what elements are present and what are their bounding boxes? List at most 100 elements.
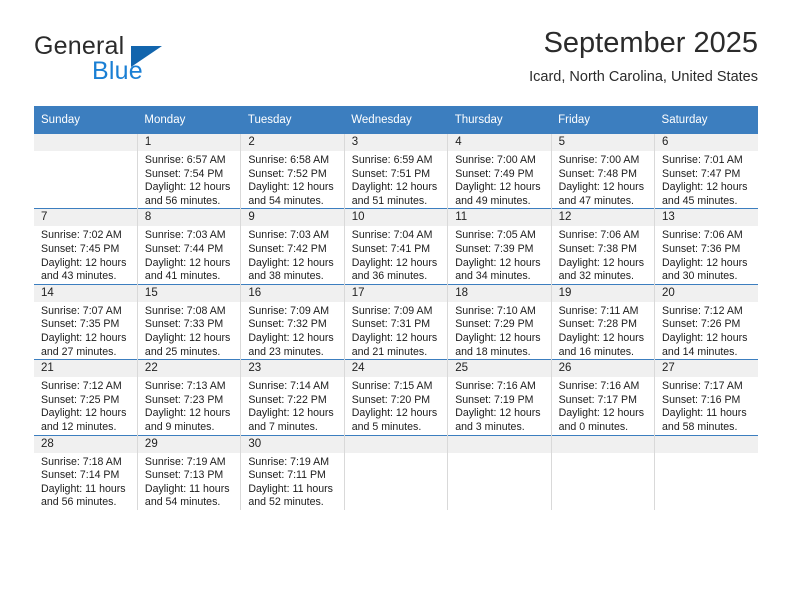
day-detail-sunrise: Sunrise: 7:12 AM — [662, 304, 743, 317]
day-detail-sunset: Sunset: 7:13 PM — [144, 469, 224, 482]
calendar-day-cell[interactable]: 8 Sunrise: 7:03 AM Sunset: 7:44 PM Daylight… — [137, 208, 242, 285]
calendar-day-cell[interactable]: 3 Sunrise: 6:59 AM Sunset: 7:51 PM Daylight… — [344, 134, 449, 209]
day-detail-sunset: Sunset: 7:28 PM — [558, 318, 637, 331]
day-detail-daylight-line1: Daylight: 12 hours — [41, 256, 127, 269]
day-detail-sunset: Sunset: 7:35 PM — [41, 318, 120, 331]
day-detail-sunset: Sunset: 7:14 PM — [41, 469, 120, 482]
day-number: 7 — [34, 209, 137, 227]
day-detail-sunrise: Sunrise: 7:15 AM — [351, 380, 433, 393]
calendar-day-cell[interactable]: 9 Sunrise: 7:03 AM Sunset: 7:42 PM Daylight… — [240, 208, 345, 285]
day-number: 25 — [448, 360, 551, 378]
day-detail-daylight-line1: Daylight: 12 hours — [558, 256, 644, 269]
calendar-day-cell[interactable]: 22 Sunrise: 7:13 AM Sunset: 7:23 PM Dayligh… — [137, 359, 242, 435]
calendar-week-row: 7 Sunrise: 7:02 AM Sunset: 7:45 PM Daylight… — [34, 208, 758, 285]
day-detail-sunrise: Sunrise: 7:00 AM — [558, 154, 640, 166]
day-detail-sunset: Sunset: 7:54 PM — [144, 167, 224, 180]
calendar-day-cell[interactable]: 7 Sunrise: 7:02 AM Sunset: 7:45 PM Daylight… — [34, 208, 138, 285]
day-details: Sunrise: 7:14 AM Sunset: 7:22 PM Daylight:… — [241, 377, 343, 434]
day-details: Sunrise: 7:06 AM Sunset: 7:36 PM Daylight:… — [655, 226, 758, 283]
day-detail-sunrise: Sunrise: 6:58 AM — [248, 154, 330, 166]
calendar-day-cell[interactable]: 21 Sunrise: 7:12 AM Sunset: 7:25 PM Dayligh… — [34, 359, 138, 435]
day-detail-sunrise: Sunrise: 7:04 AM — [351, 229, 433, 242]
day-detail-sunrise: Sunrise: 7:09 AM — [248, 304, 330, 317]
calendar-day-cell[interactable]: 10 Sunrise: 7:04 AM Sunset: 7:41 PM Dayligh… — [344, 208, 449, 285]
day-detail-daylight-line1: Daylight: 12 hours — [351, 256, 438, 269]
calendar-day-cell[interactable]: 19 Sunrise: 7:11 AM Sunset: 7:28 PM Dayligh… — [551, 283, 656, 360]
calendar-day-cell[interactable]: 30 Sunrise: 7:19 AM Sunset: 7:11 PM Dayligh… — [240, 434, 345, 510]
day-detail-daylight-line2: and 9 minutes. — [144, 420, 215, 433]
day-detail-daylight-line2: and 27 minutes. — [41, 345, 117, 358]
calendar-page: General Blue September 2025 Icard, North… — [0, 0, 792, 612]
day-details: Sunrise: 7:07 AM Sunset: 7:35 PM Daylight:… — [34, 302, 137, 359]
day-detail-sunset: Sunset: 7:49 PM — [455, 167, 534, 180]
day-number: 30 — [241, 435, 344, 453]
day-details: Sunrise: 7:04 AM Sunset: 7:41 PM Daylight:… — [345, 226, 447, 283]
calendar-day-cell[interactable]: 28 Sunrise: 7:18 AM Sunset: 7:14 PM Dayligh… — [34, 434, 138, 510]
calendar-day-cell[interactable]: 14 Sunrise: 7:07 AM Sunset: 7:35 PM Dayligh… — [34, 283, 138, 360]
day-detail-daylight-line1: Daylight: 11 hours — [662, 407, 747, 420]
calendar-day-cell-empty — [654, 434, 758, 510]
day-number: 13 — [655, 209, 758, 227]
calendar-day-cell[interactable]: 26 Sunrise: 7:16 AM Sunset: 7:17 PM Dayligh… — [551, 359, 656, 435]
day-detail-daylight-line2: and 32 minutes. — [558, 270, 634, 283]
day-details: Sunrise: 7:09 AM Sunset: 7:32 PM Daylight:… — [241, 302, 343, 359]
calendar-day-cell[interactable]: 25 Sunrise: 7:16 AM Sunset: 7:19 PM Dayligh… — [447, 359, 552, 435]
day-detail-daylight-line1: Daylight: 12 hours — [455, 407, 541, 420]
day-detail-sunset: Sunset: 7:48 PM — [558, 167, 637, 180]
calendar-day-cell[interactable]: 16 Sunrise: 7:09 AM Sunset: 7:32 PM Dayligh… — [240, 283, 345, 360]
calendar-day-cell[interactable]: 18 Sunrise: 7:10 AM Sunset: 7:29 PM Dayligh… — [447, 283, 552, 360]
calendar-day-cell[interactable]: 2 Sunrise: 6:58 AM Sunset: 7:52 PM Daylight… — [240, 134, 345, 209]
day-details: Sunrise: 7:16 AM Sunset: 7:17 PM Daylight:… — [552, 377, 654, 434]
day-detail-daylight-line2: and 16 minutes. — [558, 345, 634, 358]
day-details: Sunrise: 7:00 AM Sunset: 7:49 PM Daylight:… — [448, 151, 550, 208]
calendar-day-cell[interactable]: 27 Sunrise: 7:17 AM Sunset: 7:16 PM Dayligh… — [654, 359, 758, 435]
day-number: 23 — [241, 360, 344, 378]
day-detail-daylight-line2: and 51 minutes. — [351, 194, 428, 207]
calendar-day-cell[interactable]: 6 Sunrise: 7:01 AM Sunset: 7:47 PM Daylight… — [654, 134, 758, 209]
day-number: 22 — [137, 360, 241, 378]
day-detail-sunset: Sunset: 7:36 PM — [662, 242, 741, 255]
day-detail-daylight-line2: and 23 minutes. — [248, 345, 324, 358]
day-detail-daylight-line2: and 34 minutes. — [455, 270, 531, 283]
calendar-day-cell[interactable]: 5 Sunrise: 7:00 AM Sunset: 7:48 PM Daylight… — [551, 134, 656, 209]
calendar-day-cell[interactable]: 20 Sunrise: 7:12 AM Sunset: 7:26 PM Dayligh… — [654, 283, 758, 360]
day-number — [655, 435, 758, 453]
day-details: Sunrise: 7:17 AM Sunset: 7:16 PM Daylight:… — [655, 377, 758, 434]
day-detail-sunrise: Sunrise: 7:05 AM — [455, 229, 536, 242]
day-details: Sunrise: 7:06 AM Sunset: 7:38 PM Daylight:… — [552, 226, 654, 283]
day-number: 18 — [448, 284, 551, 302]
weekday-header-tuesday: Tuesday — [240, 106, 345, 134]
generalblue-logo[interactable]: General Blue — [34, 32, 224, 88]
day-detail-daylight-line2: and 21 minutes. — [351, 345, 428, 358]
day-detail-daylight-line1: Daylight: 12 hours — [351, 407, 438, 420]
day-detail-daylight-line2: and 7 minutes. — [248, 420, 318, 433]
day-details: Sunrise: 7:12 AM Sunset: 7:25 PM Daylight:… — [34, 377, 137, 434]
calendar-day-cell[interactable]: 12 Sunrise: 7:06 AM Sunset: 7:38 PM Dayligh… — [551, 208, 656, 285]
calendar-day-cell[interactable]: 29 Sunrise: 7:19 AM Sunset: 7:13 PM Dayligh… — [137, 434, 242, 510]
day-detail-sunset: Sunset: 7:20 PM — [351, 393, 431, 406]
day-detail-daylight-line1: Daylight: 12 hours — [455, 181, 541, 194]
calendar-week-row: 21 Sunrise: 7:12 AM Sunset: 7:25 PM Dayligh… — [34, 359, 758, 435]
calendar-day-cell[interactable]: 23 Sunrise: 7:14 AM Sunset: 7:22 PM Dayligh… — [240, 359, 345, 435]
calendar-day-cell[interactable]: 1 Sunrise: 6:57 AM Sunset: 7:54 PM Daylight… — [137, 134, 242, 209]
weekday-header-sunday: Sunday — [34, 106, 138, 134]
calendar-day-cell[interactable]: 24 Sunrise: 7:15 AM Sunset: 7:20 PM Dayligh… — [344, 359, 449, 435]
day-details: Sunrise: 7:16 AM Sunset: 7:19 PM Daylight:… — [448, 377, 550, 434]
day-details: Sunrise: 6:59 AM Sunset: 7:51 PM Daylight:… — [345, 151, 447, 208]
day-number: 5 — [551, 134, 655, 151]
day-detail-daylight-line1: Daylight: 12 hours — [248, 331, 334, 344]
weekday-header-monday: Monday — [137, 106, 241, 134]
day-detail-sunset: Sunset: 7:45 PM — [41, 242, 120, 255]
day-number — [448, 435, 551, 453]
day-detail-sunset: Sunset: 7:41 PM — [351, 242, 431, 255]
calendar-day-cell[interactable]: 13 Sunrise: 7:06 AM Sunset: 7:36 PM Dayligh… — [654, 208, 758, 285]
day-detail-sunrise: Sunrise: 7:06 AM — [662, 229, 743, 242]
calendar-day-cell[interactable]: 17 Sunrise: 7:09 AM Sunset: 7:31 PM Dayligh… — [344, 283, 449, 360]
calendar-day-cell[interactable]: 4 Sunrise: 7:00 AM Sunset: 7:49 PM Daylight… — [447, 134, 552, 209]
calendar-day-cell[interactable]: 15 Sunrise: 7:08 AM Sunset: 7:33 PM Dayligh… — [137, 283, 242, 360]
day-details: Sunrise: 6:57 AM Sunset: 7:54 PM Daylight:… — [138, 151, 240, 208]
day-number: 12 — [551, 209, 655, 227]
day-detail-sunset: Sunset: 7:23 PM — [144, 393, 224, 406]
day-detail-daylight-line2: and 58 minutes. — [662, 420, 738, 433]
calendar-day-cell[interactable]: 11 Sunrise: 7:05 AM Sunset: 7:39 PM Dayligh… — [447, 208, 552, 285]
